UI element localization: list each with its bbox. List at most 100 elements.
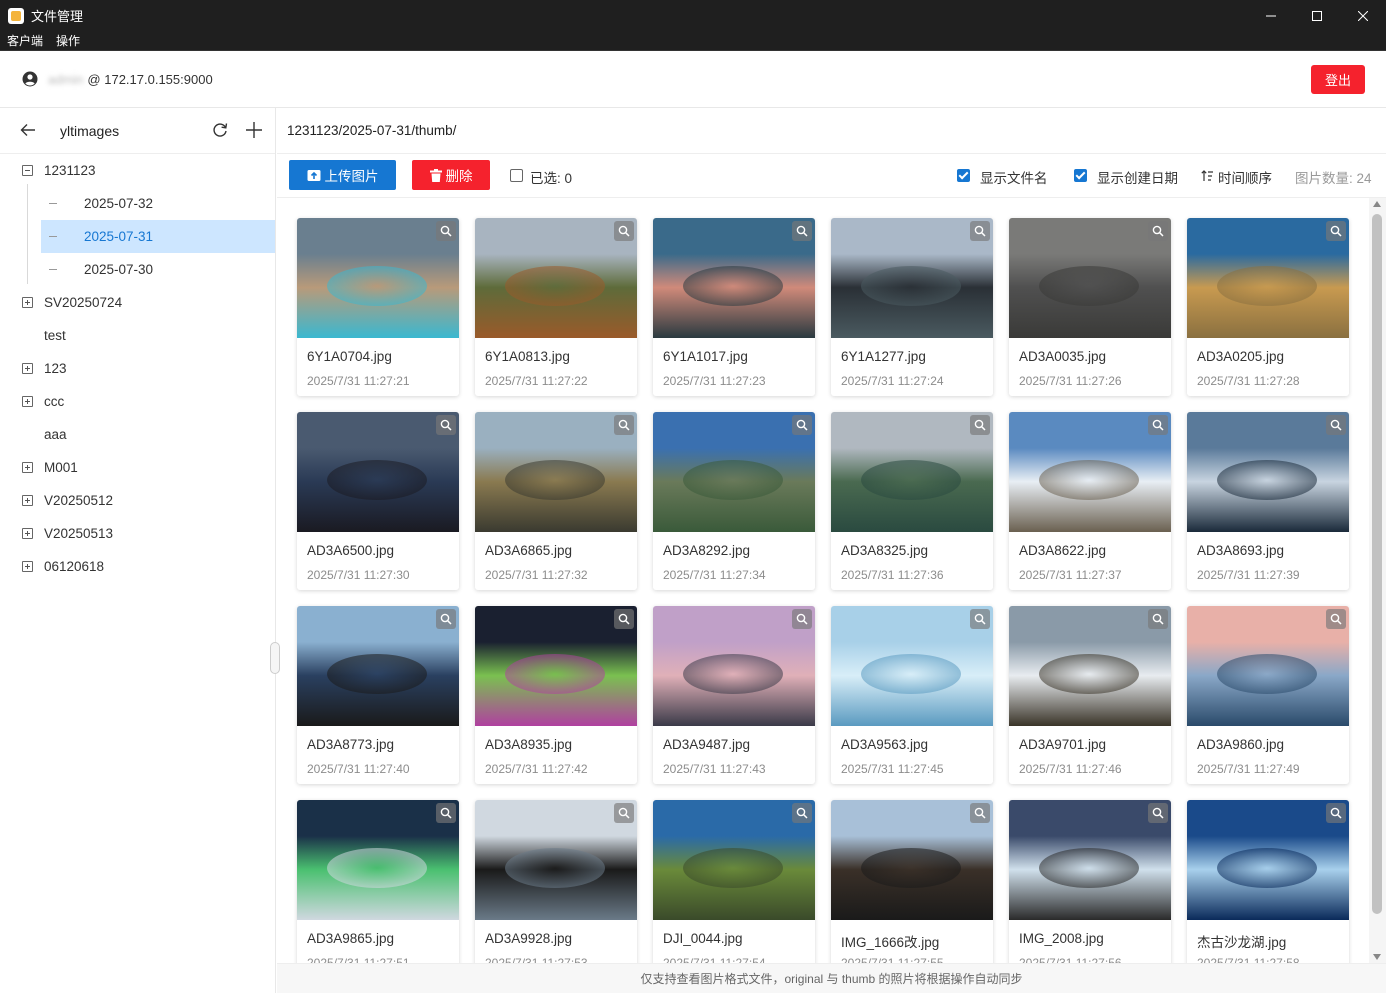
expand-icon[interactable]	[22, 396, 33, 407]
image-card[interactable]: AD3A8622.jpg 2025/7/31 11:27:37	[1009, 412, 1171, 590]
zoom-button[interactable]	[970, 221, 990, 241]
zoom-button[interactable]	[792, 221, 812, 241]
image-card[interactable]: 杰古沙龙湖.jpg 2025/7/31 11:27:58	[1187, 800, 1349, 963]
image-card[interactable]: 6Y1A0813.jpg 2025/7/31 11:27:22	[475, 218, 637, 396]
image-card[interactable]: AD3A9860.jpg 2025/7/31 11:27:49	[1187, 606, 1349, 784]
image-card[interactable]: AD3A6865.jpg 2025/7/31 11:27:32	[475, 412, 637, 590]
zoom-button[interactable]	[1326, 803, 1346, 823]
tree-node[interactable]: 06120618	[0, 550, 275, 583]
zoom-button[interactable]	[970, 803, 990, 823]
collapse-icon[interactable]	[22, 165, 33, 176]
image-thumbnail[interactable]	[831, 218, 993, 338]
image-thumbnail[interactable]	[831, 800, 993, 920]
zoom-button[interactable]	[436, 415, 456, 435]
image-card[interactable]: AD3A9487.jpg 2025/7/31 11:27:43	[653, 606, 815, 784]
zoom-button[interactable]	[792, 803, 812, 823]
menu-operation[interactable]: 操作	[49, 32, 86, 49]
add-folder-icon[interactable]	[245, 121, 263, 139]
show-date-checkbox[interactable]	[1074, 169, 1087, 182]
image-card[interactable]: IMG_2008.jpg 2025/7/31 11:27:56	[1009, 800, 1171, 963]
image-card[interactable]: AD3A0035.jpg 2025/7/31 11:27:26	[1009, 218, 1171, 396]
expand-icon[interactable]	[22, 363, 33, 374]
tree-node[interactable]: ccc	[0, 385, 275, 418]
tree-node[interactable]: test	[0, 319, 275, 352]
image-thumbnail[interactable]	[475, 412, 637, 532]
select-all-checkbox[interactable]	[510, 169, 523, 182]
zoom-button[interactable]	[436, 609, 456, 629]
image-thumbnail[interactable]	[297, 412, 459, 532]
image-card[interactable]: AD3A8292.jpg 2025/7/31 11:27:34	[653, 412, 815, 590]
zoom-button[interactable]	[792, 609, 812, 629]
tree-node[interactable]: 2025-07-32	[0, 187, 275, 220]
image-thumbnail[interactable]	[1009, 606, 1171, 726]
image-thumbnail[interactable]	[475, 606, 637, 726]
tree-node[interactable]: 123	[0, 352, 275, 385]
tree-node[interactable]: 2025-07-31	[0, 220, 275, 253]
image-thumbnail[interactable]	[475, 800, 637, 920]
image-thumbnail[interactable]	[653, 606, 815, 726]
tree-node[interactable]: M001	[0, 451, 275, 484]
sort-icon[interactable]	[1201, 170, 1213, 182]
grid-scrollbar[interactable]	[1369, 198, 1386, 963]
zoom-button[interactable]	[1148, 415, 1168, 435]
upload-button[interactable]: 上传图片	[289, 160, 396, 190]
image-card[interactable]: DJI_0044.jpg 2025/7/31 11:27:54	[653, 800, 815, 963]
image-thumbnail[interactable]	[1187, 412, 1349, 532]
expand-icon[interactable]	[22, 528, 33, 539]
maximize-button[interactable]	[1294, 0, 1340, 31]
image-card[interactable]: AD3A8693.jpg 2025/7/31 11:27:39	[1187, 412, 1349, 590]
show-filename-checkbox[interactable]	[957, 169, 970, 182]
image-thumbnail[interactable]	[653, 218, 815, 338]
zoom-button[interactable]	[614, 609, 634, 629]
image-card[interactable]: IMG_1666改.jpg 2025/7/31 11:27:55	[831, 800, 993, 963]
image-thumbnail[interactable]	[653, 800, 815, 920]
image-thumbnail[interactable]	[1009, 412, 1171, 532]
image-card[interactable]: AD3A9563.jpg 2025/7/31 11:27:45	[831, 606, 993, 784]
zoom-button[interactable]	[1326, 415, 1346, 435]
tree-node[interactable]: V20250512	[0, 484, 275, 517]
menu-client[interactable]: 客户端	[0, 32, 49, 49]
image-card[interactable]: AD3A8935.jpg 2025/7/31 11:27:42	[475, 606, 637, 784]
zoom-button[interactable]	[1148, 803, 1168, 823]
image-thumbnail[interactable]	[297, 606, 459, 726]
zoom-button[interactable]	[1148, 221, 1168, 241]
image-card[interactable]: AD3A9928.jpg 2025/7/31 11:27:53	[475, 800, 637, 963]
tree-node[interactable]: 2025-07-30	[0, 253, 275, 286]
zoom-button[interactable]	[970, 609, 990, 629]
image-card[interactable]: AD3A9701.jpg 2025/7/31 11:27:46	[1009, 606, 1171, 784]
refresh-icon[interactable]	[211, 121, 229, 139]
logout-button[interactable]: 登出	[1311, 65, 1365, 94]
image-thumbnail[interactable]	[1187, 218, 1349, 338]
image-card[interactable]: AD3A0205.jpg 2025/7/31 11:27:28	[1187, 218, 1349, 396]
scroll-up-arrow[interactable]	[1373, 201, 1381, 207]
zoom-button[interactable]	[1326, 609, 1346, 629]
tree-node[interactable]: V20250513	[0, 517, 275, 550]
image-card[interactable]: AD3A8325.jpg 2025/7/31 11:27:36	[831, 412, 993, 590]
scroll-thumb[interactable]	[1372, 214, 1382, 914]
delete-button[interactable]: 删除	[412, 160, 490, 190]
image-card[interactable]: 6Y1A1277.jpg 2025/7/31 11:27:24	[831, 218, 993, 396]
expand-icon[interactable]	[22, 495, 33, 506]
zoom-button[interactable]	[792, 415, 812, 435]
zoom-button[interactable]	[614, 415, 634, 435]
expand-icon[interactable]	[22, 297, 33, 308]
image-thumbnail[interactable]	[475, 218, 637, 338]
image-thumbnail[interactable]	[1187, 606, 1349, 726]
image-card[interactable]: 6Y1A0704.jpg 2025/7/31 11:27:21	[297, 218, 459, 396]
image-card[interactable]: AD3A6500.jpg 2025/7/31 11:27:30	[297, 412, 459, 590]
image-thumbnail[interactable]	[831, 412, 993, 532]
image-thumbnail[interactable]	[1187, 800, 1349, 920]
zoom-button[interactable]	[1326, 221, 1346, 241]
zoom-button[interactable]	[970, 415, 990, 435]
expand-icon[interactable]	[22, 462, 33, 473]
zoom-button[interactable]	[614, 221, 634, 241]
image-thumbnail[interactable]	[297, 800, 459, 920]
back-arrow-icon[interactable]	[20, 123, 36, 137]
image-card[interactable]: 6Y1A1017.jpg 2025/7/31 11:27:23	[653, 218, 815, 396]
zoom-button[interactable]	[1148, 609, 1168, 629]
zoom-button[interactable]	[436, 803, 456, 823]
image-card[interactable]: AD3A9865.jpg 2025/7/31 11:27:51	[297, 800, 459, 963]
minimize-button[interactable]	[1248, 0, 1294, 31]
sort-order-button[interactable]: 时间顺序	[1218, 167, 1272, 187]
expand-icon[interactable]	[22, 561, 33, 572]
